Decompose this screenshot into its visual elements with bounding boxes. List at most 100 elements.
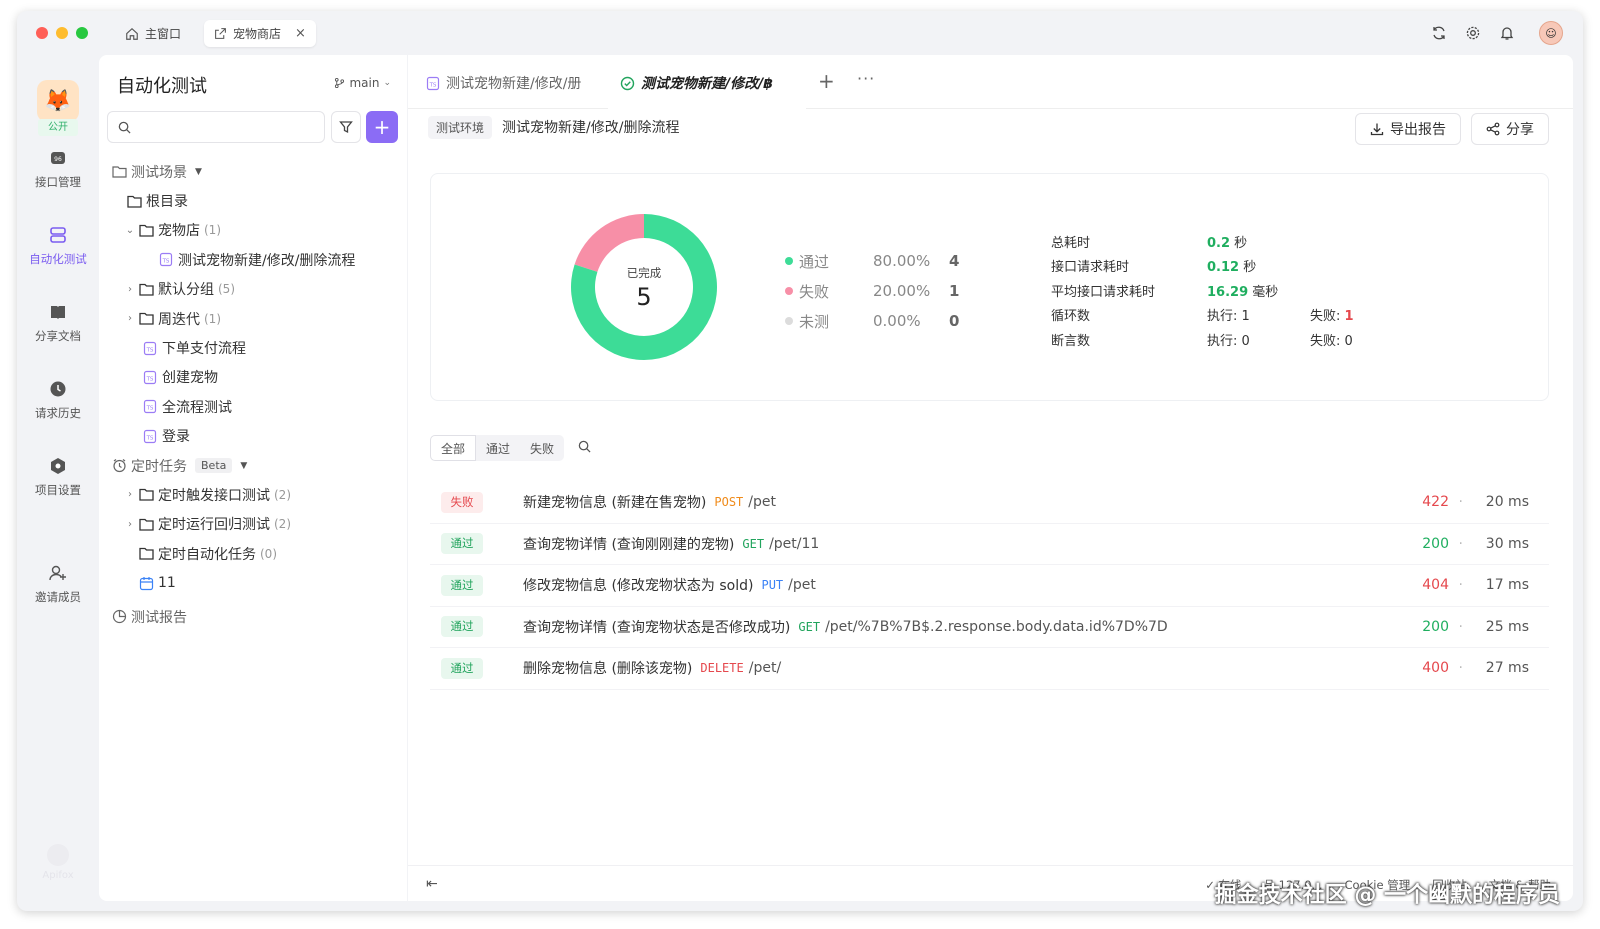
minimize-window-button[interactable] bbox=[56, 27, 68, 39]
legend-name: 通过 bbox=[799, 252, 830, 271]
stat-label: 断言数 bbox=[1051, 333, 1091, 349]
svg-text:96: 96 bbox=[54, 156, 62, 163]
window-tab-petstore[interactable]: 宠物商店 × bbox=[204, 20, 316, 47]
project-avatar[interactable]: 🦊 bbox=[37, 80, 79, 122]
ts-file-icon: TS bbox=[141, 398, 159, 416]
tree-task-3[interactable]: 定时自动化任务 (0) bbox=[99, 539, 407, 568]
title-actions: ☺ bbox=[1429, 21, 1563, 45]
chevron-down-icon: ⌄ bbox=[125, 224, 135, 236]
editor-tab-2[interactable]: 测试宠物新建/修改/฿ bbox=[620, 69, 773, 97]
refresh-icon[interactable] bbox=[1429, 23, 1449, 43]
scene-tree: 测试场景 ▼ 根目录 ⌄ 宠物店 (1) TS 测试宠物新建/修改/删除流程 ›… bbox=[99, 157, 407, 631]
section-tasks[interactable]: 定时任务 Beta ▼ bbox=[99, 451, 407, 480]
tree-count: (5) bbox=[218, 282, 235, 297]
nav-item-api[interactable]: 96 接口管理 bbox=[17, 147, 99, 190]
window-tab-label: 宠物商店 bbox=[233, 27, 282, 41]
legend-name: 未测 bbox=[799, 312, 830, 331]
add-button[interactable]: + bbox=[366, 111, 398, 143]
environment-tag[interactable]: 测试环境 bbox=[428, 115, 493, 139]
plus-icon: + bbox=[373, 115, 391, 139]
stat-label: 接口请求耗时 bbox=[1051, 260, 1130, 276]
donut-slice-1[interactable] bbox=[574, 214, 644, 272]
search-icon[interactable] bbox=[578, 440, 591, 457]
tree-label: 测试宠物新建/修改/删除流程 bbox=[178, 252, 356, 269]
tree-label: 定时运行回归测试 bbox=[158, 517, 270, 534]
window-tab-home[interactable]: 主窗口 bbox=[115, 20, 191, 47]
ts-file-icon: TS bbox=[157, 251, 175, 269]
tree-case-login[interactable]: TS 登录 bbox=[99, 422, 407, 451]
nav-item-invite[interactable]: 邀请成员 bbox=[17, 562, 99, 605]
http-method: POST bbox=[714, 495, 744, 510]
share-button[interactable]: 分享 bbox=[1471, 113, 1549, 145]
close-tab-icon[interactable]: × bbox=[295, 26, 306, 41]
tree-case-petflow[interactable]: TS 测试宠物新建/修改/删除流程 bbox=[99, 245, 407, 274]
folder-icon bbox=[137, 310, 155, 328]
close-window-button[interactable] bbox=[36, 27, 48, 39]
user-avatar[interactable]: ☺ bbox=[1539, 21, 1563, 45]
tree-case-fullflow[interactable]: TS 全流程测试 bbox=[99, 392, 407, 421]
step-row[interactable]: 失败 新建宠物信息 (新建在售宠物) POST/pet 422 · 20 ms bbox=[430, 482, 1549, 524]
step-status-badge: 通过 bbox=[441, 533, 483, 555]
step-status-badge: 通过 bbox=[441, 657, 483, 679]
export-report-button[interactable]: 导出报告 bbox=[1355, 113, 1461, 145]
filter-fail[interactable]: 失败 bbox=[520, 435, 565, 461]
stat-assertions: 断言数 执行: 0 失败: 0 bbox=[1051, 327, 1354, 352]
api-icon: 96 bbox=[47, 147, 69, 169]
tree-task-1[interactable]: › 定时触发接口测试 (2) bbox=[99, 480, 407, 509]
tree-folder-petstore[interactable]: ⌄ 宠物店 (1) bbox=[99, 216, 407, 245]
nav-item-automation[interactable]: 自动化测试 bbox=[17, 224, 99, 267]
tree-case-order[interactable]: TS 下单支付流程 bbox=[99, 333, 407, 362]
tree-folder-default[interactable]: › 默认分组 (5) bbox=[99, 275, 407, 304]
project-public-badge: 公开 bbox=[38, 119, 78, 136]
filter-button[interactable] bbox=[331, 111, 361, 143]
new-tab-button[interactable]: + bbox=[818, 69, 835, 93]
tree-case-createpet[interactable]: TS 创建宠物 bbox=[99, 363, 407, 392]
filter-all[interactable]: 全部 bbox=[430, 435, 477, 461]
filter-pass[interactable]: 通过 bbox=[476, 435, 521, 461]
chevron-right-icon: › bbox=[128, 283, 132, 295]
step-row[interactable]: 通过 删除宠物信息 (删除该宠物) DELETE/pet/400 · 27 ms bbox=[430, 648, 1549, 690]
maximize-window-button[interactable] bbox=[76, 27, 88, 39]
tree-task-4[interactable]: 11 bbox=[99, 568, 407, 597]
branch-selector[interactable]: main ⌄ bbox=[334, 76, 391, 90]
folder-icon bbox=[137, 486, 155, 504]
external-icon bbox=[215, 28, 226, 39]
request-path: /pet/11 bbox=[769, 535, 820, 552]
more-tabs-button[interactable]: ··· bbox=[857, 69, 875, 88]
legend-pass[interactable]: 通过 80.00% 4 bbox=[785, 246, 959, 276]
nav-item-history[interactable]: 请求历史 bbox=[17, 378, 99, 421]
share-label: 分享 bbox=[1506, 122, 1534, 138]
editor-tabbar: TS 测试宠物新建/修改/册 测试宠物新建/修改/฿ + ··· bbox=[408, 55, 1573, 109]
tree-label: 登录 bbox=[162, 429, 190, 446]
step-results: 失败 新建宠物信息 (新建在售宠物) POST/pet 422 · 20 ms 通过 查询宠物… bbox=[430, 482, 1549, 690]
tree-folder-sprint[interactable]: › 周迭代 (1) bbox=[99, 304, 407, 333]
svg-text:TS: TS bbox=[146, 435, 154, 441]
chevron-right-icon: › bbox=[128, 313, 132, 325]
step-name: 修改宠物信息 (修改宠物状态为 sold) bbox=[523, 578, 754, 595]
editor-tab-1[interactable]: TS 测试宠物新建/修改/册 bbox=[426, 69, 581, 97]
legend-untested[interactable]: 未测 0.00% 0 bbox=[785, 306, 959, 336]
step-row[interactable]: 通过 查询宠物详情 (查询宠物状态是否修改成功) GET/pet/%7B%7B$.2… bbox=[430, 607, 1549, 648]
section-reports[interactable]: 测试报告 bbox=[99, 602, 407, 631]
settings-icon[interactable] bbox=[1463, 23, 1483, 43]
search-input[interactable] bbox=[139, 120, 309, 134]
svg-text:TS: TS bbox=[146, 376, 154, 382]
nav-item-docs[interactable]: 分享文档 bbox=[17, 301, 99, 344]
search-icon bbox=[118, 121, 131, 134]
legend-fail[interactable]: 失败 20.00% 1 bbox=[785, 276, 959, 306]
report-main: TS 测试宠物新建/修改/册 测试宠物新建/修改/฿ + ··· 测试环境 测试… bbox=[408, 55, 1573, 901]
bell-icon[interactable] bbox=[1497, 23, 1517, 43]
section-scenes[interactable]: 测试场景 ▼ bbox=[99, 157, 407, 186]
nav-item-settings[interactable]: 项目设置 bbox=[17, 455, 99, 498]
step-row[interactable]: 通过 修改宠物信息 (修改宠物状态为 sold) PUT/pet 404 · 17 ms bbox=[430, 565, 1549, 607]
step-status-badge: 通过 bbox=[441, 574, 483, 596]
tree-count: (2) bbox=[274, 517, 291, 532]
legend-percent: 80.00% bbox=[873, 252, 931, 270]
stat-unit: 毫秒 bbox=[1252, 284, 1279, 300]
tree-search[interactable] bbox=[107, 111, 325, 143]
step-row[interactable]: 通过 查询宠物详情 (查询刚刚建的宠物) GET/pet/11 200 · 30 ms bbox=[430, 524, 1549, 565]
folder-icon bbox=[137, 221, 155, 239]
tree-task-2[interactable]: › 定时运行回归测试 (2) bbox=[99, 510, 407, 539]
collapse-sidebar-icon[interactable]: ⇤ bbox=[426, 876, 438, 892]
tree-root[interactable]: 根目录 bbox=[99, 186, 407, 215]
